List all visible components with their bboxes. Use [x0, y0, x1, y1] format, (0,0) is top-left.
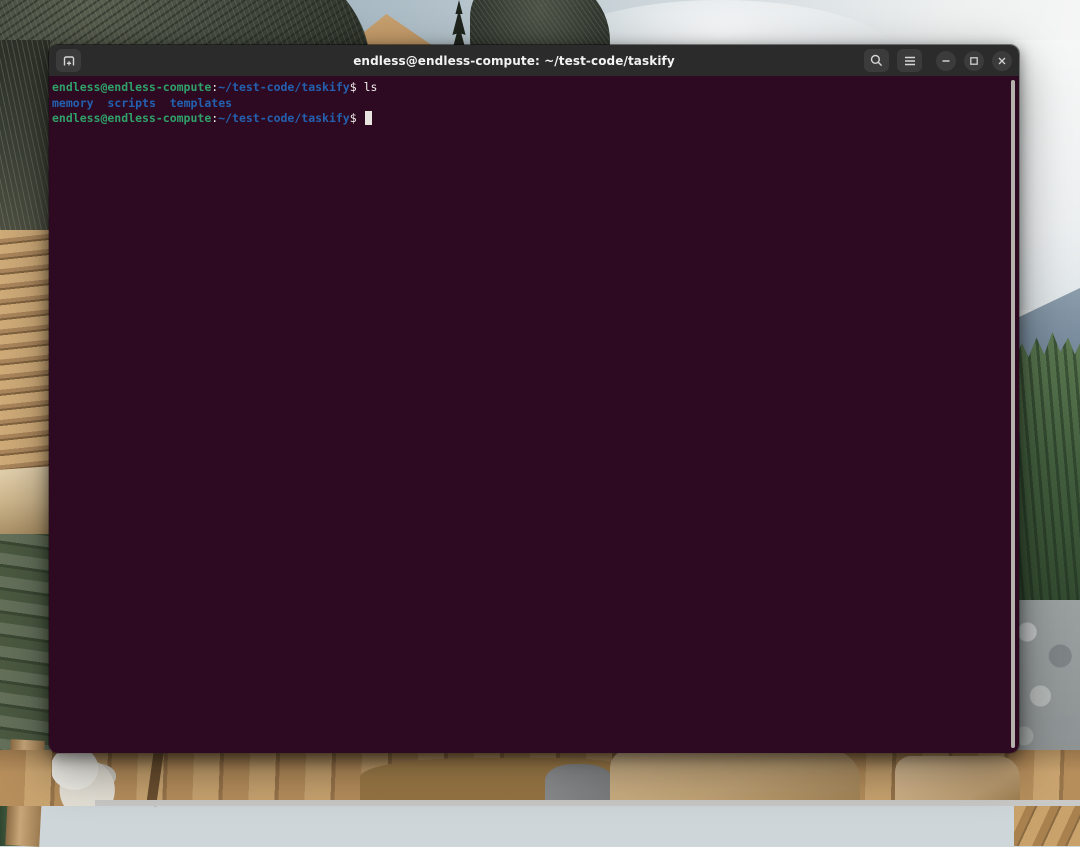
wallpaper-left-strip	[0, 40, 50, 806]
terminal-cursor	[365, 111, 372, 125]
maximize-button[interactable]	[964, 51, 984, 71]
minimize-icon	[941, 56, 951, 66]
wallpaper-bird-sculpture	[52, 752, 116, 806]
wallpaper-right-strip	[1014, 40, 1080, 806]
terminal-text-segment: scripts	[107, 96, 155, 110]
wallpaper-stone	[895, 756, 1020, 806]
terminal-text-segment	[156, 96, 170, 110]
window-title: endless@endless-compute: ~/test-code/tas…	[169, 54, 859, 68]
terminal-text-segment	[94, 96, 108, 110]
terminal-content[interactable]: endless@endless-compute:~/test-code/task…	[49, 76, 1019, 753]
menu-button[interactable]	[897, 49, 922, 72]
terminal-text-segment: $	[350, 111, 364, 125]
terminal-text-segment: endless@endless-compute	[52, 80, 211, 94]
wallpaper-pine-forest	[1014, 332, 1080, 612]
hamburger-menu-icon	[903, 55, 917, 67]
terminal-text-segment: ~/test-code/taskify	[218, 111, 350, 125]
wallpaper-rock-scree	[1014, 600, 1080, 760]
search-icon	[869, 53, 884, 68]
search-button[interactable]	[864, 49, 889, 72]
close-icon	[997, 56, 1007, 66]
wallpaper-right-sky	[1014, 40, 1080, 310]
wallpaper-bottom-gray-strip	[95, 800, 1080, 806]
terminal-text-segment: templates	[170, 96, 232, 110]
wallpaper-left-shingles	[0, 230, 50, 475]
terminal-text-segment: ~/test-code/taskify	[218, 80, 350, 94]
terminal-scrollbar[interactable]	[1011, 80, 1015, 748]
terminal-line: memory scripts templates	[52, 96, 1009, 112]
terminal-text-segment: $	[350, 80, 364, 94]
terminal-text-segment: endless@endless-compute	[52, 111, 211, 125]
new-tab-icon	[61, 53, 77, 69]
terminal-text-segment: memory	[52, 96, 94, 110]
new-tab-button[interactable]	[56, 49, 81, 72]
titlebar[interactable]: endless@endless-compute: ~/test-code/tas…	[49, 45, 1019, 76]
terminal-window: endless@endless-compute: ~/test-code/tas…	[48, 44, 1020, 754]
close-button[interactable]	[992, 51, 1012, 71]
minimize-button[interactable]	[936, 51, 956, 71]
terminal-text-segment: ls	[364, 80, 378, 94]
wallpaper-big-boulder	[610, 750, 860, 806]
wallpaper-left-twigs	[0, 40, 50, 230]
maximize-icon	[969, 56, 979, 66]
terminal-line: endless@endless-compute:~/test-code/task…	[52, 111, 1009, 127]
terminal-line: endless@endless-compute:~/test-code/task…	[52, 80, 1009, 96]
wallpaper-bottom-strip	[0, 750, 1080, 806]
